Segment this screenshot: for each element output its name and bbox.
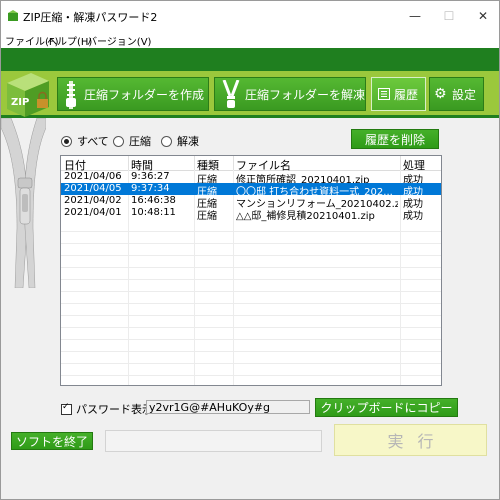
grid-line <box>61 291 441 292</box>
grid-line <box>61 363 441 364</box>
close-button[interactable]: ✕ <box>467 1 499 31</box>
table-row[interactable]: 2021/04/02 16:46:38 圧縮 マンションリフォーム_202104… <box>61 195 441 210</box>
window-title: ZIP圧縮・解凍パスワード2 <box>23 11 158 24</box>
minimize-icon: — <box>409 9 421 23</box>
extract-zip-button[interactable]: 圧縮フォルダーを解凍 <box>214 77 366 111</box>
close-icon: ✕ <box>477 9 489 23</box>
history-table[interactable]: 日付 時間 種類 ファイル名 処理 2021/04/06 9:36:27 圧縮 … <box>60 155 442 386</box>
filter-extract-radio[interactable]: 解凍 <box>161 133 199 149</box>
grid-line <box>61 231 441 232</box>
open-zipper-icon <box>222 80 240 108</box>
filter-extract-label: 解凍 <box>177 135 199 148</box>
show-password-checkbox[interactable]: パスワード表示 <box>61 401 153 417</box>
menu-bar: ファイル(F) ヘルプ(H) バージョン(V) <box>1 31 499 48</box>
create-zip-label: 圧縮フォルダーを作成 <box>84 87 205 102</box>
radio-off-icon <box>113 135 124 147</box>
checkbox-checked-icon <box>61 402 72 415</box>
run-button[interactable]: 実行 <box>334 424 487 456</box>
svg-text:ZIP: ZIP <box>11 97 29 108</box>
cell-time: 9:36:27 <box>131 171 170 182</box>
grid-line <box>61 327 441 328</box>
grid-line <box>61 243 441 244</box>
cell-date: 2021/04/05 <box>64 183 122 194</box>
menu-version[interactable]: バージョン(V) <box>87 33 151 48</box>
maximize-button[interactable]: ☐ <box>433 1 465 31</box>
grid-line <box>61 255 441 256</box>
menu-help[interactable]: ヘルプ(H) <box>47 33 92 48</box>
status-field <box>105 430 322 452</box>
cell-time: 16:46:38 <box>131 195 176 206</box>
radio-off-icon <box>161 135 172 147</box>
grid-line <box>61 303 441 304</box>
cell-result: 成功 <box>403 211 423 222</box>
cell-time: 10:48:11 <box>131 207 176 218</box>
cell-date: 2021/04/06 <box>64 171 122 182</box>
filter-all-radio[interactable]: すべて <box>61 133 109 149</box>
grid-line <box>61 339 441 340</box>
settings-label: 設定 <box>452 87 477 102</box>
app-window: ZIP圧縮・解凍パスワード2 — ☐ ✕ ファイル(F) ヘルプ(H) バージョ… <box>0 0 500 500</box>
table-header: 日付 時間 種類 ファイル名 処理 <box>61 156 441 172</box>
grid-line <box>61 279 441 280</box>
app-icon <box>8 10 18 21</box>
cell-date: 2021/04/02 <box>64 195 122 206</box>
history-button[interactable]: 履歴 <box>371 77 426 111</box>
history-label: 履歴 <box>394 87 419 102</box>
copy-to-clipboard-button[interactable]: クリップボードにコピー <box>315 398 458 417</box>
zip-logo-icon: ZIP <box>7 73 49 117</box>
filter-compress-radio[interactable]: 圧縮 <box>113 133 151 149</box>
quit-button[interactable]: ソフトを終了 <box>11 432 93 450</box>
grid-line <box>61 375 441 376</box>
zipper-icon <box>66 81 76 109</box>
create-zip-button[interactable]: 圧縮フォルダーを作成 <box>57 77 209 111</box>
grid-line <box>61 315 441 316</box>
radio-on-icon <box>61 135 72 147</box>
filter-compress-label: 圧縮 <box>129 135 151 148</box>
settings-button[interactable]: ⚙ 設定 <box>429 77 484 111</box>
table-row[interactable]: 2021/04/06 9:36:27 圧縮 修正箇所確認_20210401.zi… <box>61 171 441 186</box>
title-bar: ZIP圧縮・解凍パスワード2 — ☐ ✕ <box>1 1 499 31</box>
table-row[interactable]: 2021/04/01 10:48:11 圧縮 △△邸_補修見積20210401.… <box>61 207 441 222</box>
extract-zip-label: 圧縮フォルダーを解凍 <box>245 87 366 102</box>
delete-history-button[interactable]: 履歴を削除 <box>351 129 439 149</box>
cell-date: 2021/04/01 <box>64 207 122 218</box>
minimize-button[interactable]: — <box>399 1 431 31</box>
cell-type: 圧縮 <box>197 211 217 222</box>
cell-filename: △△邸_補修見積20210401.zip <box>236 211 375 222</box>
zipper-decoration-icon <box>1 118 46 288</box>
show-password-label: パスワード表示 <box>76 403 153 416</box>
grid-line <box>61 351 441 352</box>
password-field[interactable]: y2vr1G@#AHuKOy#g <box>146 400 310 414</box>
maximize-icon: ☐ <box>443 9 455 23</box>
history-list-icon <box>378 88 390 100</box>
cell-time: 9:37:34 <box>131 183 170 194</box>
table-row-selected[interactable]: 2021/04/05 9:37:34 圧縮 〇〇邸 打ち合わせ資料一式_202.… <box>61 183 441 198</box>
gear-icon: ⚙ <box>434 86 447 102</box>
grid-line <box>61 267 441 268</box>
filter-all-label: すべて <box>77 135 109 148</box>
